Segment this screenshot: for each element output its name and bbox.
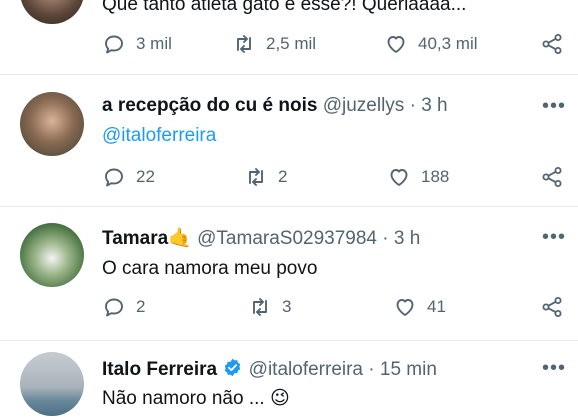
reply-icon bbox=[105, 298, 123, 317]
more-options-icon[interactable]: ••• bbox=[542, 95, 566, 118]
author-handle[interactable]: @TamaraS02937984 bbox=[197, 228, 377, 249]
avatar[interactable] bbox=[20, 0, 84, 24]
reply-icon bbox=[105, 168, 123, 187]
retweet-button[interactable]: 2,5 mil bbox=[232, 32, 316, 56]
more-options-icon[interactable]: ••• bbox=[542, 357, 566, 380]
author-name[interactable]: Tamara bbox=[102, 228, 168, 249]
reply-count: 22 bbox=[136, 167, 155, 186]
heart-icon bbox=[390, 169, 408, 186]
retweet-button[interactable]: 2 bbox=[244, 165, 287, 189]
avatar[interactable] bbox=[20, 352, 84, 416]
tweet-text: Não namoro não ... bbox=[102, 388, 265, 409]
heart-icon bbox=[387, 36, 405, 53]
retweet-count: 2 bbox=[278, 167, 288, 186]
like-count: 41 bbox=[427, 297, 446, 316]
tweet-2[interactable]: a recepção do cu é nois @juzellys · 3 h … bbox=[0, 75, 578, 205]
heart-icon bbox=[396, 299, 414, 316]
tweet-text: O cara namora meu povo bbox=[102, 258, 318, 279]
timestamp[interactable]: 3 h bbox=[394, 228, 420, 249]
winking-face-emoji: 😉 bbox=[269, 388, 290, 409]
retweet-count: 3 bbox=[282, 297, 292, 316]
timestamp[interactable]: 3 h bbox=[421, 95, 447, 116]
retweet-icon bbox=[237, 35, 251, 53]
mention-link[interactable]: @italoferreira bbox=[102, 125, 216, 146]
share-button[interactable] bbox=[540, 32, 564, 61]
share-icon bbox=[542, 167, 562, 187]
tweet-1[interactable]: Que tanto atleta gato é esse?! Queriaaaa… bbox=[0, 0, 578, 70]
retweet-button[interactable]: 3 bbox=[248, 295, 291, 319]
share-button[interactable] bbox=[540, 165, 564, 194]
reply-count: 3 mil bbox=[136, 34, 172, 53]
timestamp[interactable]: 15 min bbox=[380, 359, 437, 380]
verified-badge-icon bbox=[225, 358, 241, 377]
like-button[interactable]: 188 bbox=[387, 165, 449, 189]
retweet-icon bbox=[249, 168, 263, 186]
retweet-count: 2,5 mil bbox=[266, 34, 317, 53]
reply-button[interactable]: 22 bbox=[102, 165, 155, 189]
like-button[interactable]: 41 bbox=[393, 295, 446, 319]
share-icon bbox=[542, 34, 562, 54]
separator: · bbox=[368, 359, 375, 380]
separator: · bbox=[382, 228, 389, 249]
reply-button[interactable]: 2 bbox=[102, 295, 145, 319]
author-name[interactable]: a recepção do cu é nois bbox=[102, 95, 317, 116]
retweet-icon bbox=[253, 298, 267, 316]
avatar[interactable] bbox=[20, 92, 84, 156]
author-handle[interactable]: @juzellys bbox=[323, 95, 405, 116]
like-button[interactable]: 40,3 mil bbox=[384, 32, 478, 56]
tweet-4[interactable]: Italo Ferreira @italoferreira · 15 min •… bbox=[0, 341, 578, 420]
author-handle[interactable]: @italoferreira bbox=[249, 359, 363, 380]
author-name[interactable]: Italo Ferreira bbox=[102, 359, 217, 380]
share-button[interactable] bbox=[540, 295, 564, 324]
separator: · bbox=[409, 95, 416, 116]
reply-button[interactable]: 3 mil bbox=[102, 32, 172, 56]
like-count: 188 bbox=[421, 167, 450, 186]
avatar[interactable] bbox=[20, 223, 84, 287]
like-count: 40,3 mil bbox=[418, 34, 478, 53]
tweet-3[interactable]: Tamara🤙 @TamaraS02937984 · 3 h ••• O car… bbox=[0, 207, 578, 339]
reply-icon bbox=[105, 35, 123, 54]
call-me-hand-emoji: 🤙 bbox=[168, 228, 192, 249]
share-icon bbox=[542, 297, 562, 317]
more-options-icon[interactable]: ••• bbox=[542, 226, 566, 249]
reply-count: 2 bbox=[136, 297, 146, 316]
tweet-text: Que tanto atleta gato é esse?! Queriaaaa… bbox=[102, 0, 467, 15]
